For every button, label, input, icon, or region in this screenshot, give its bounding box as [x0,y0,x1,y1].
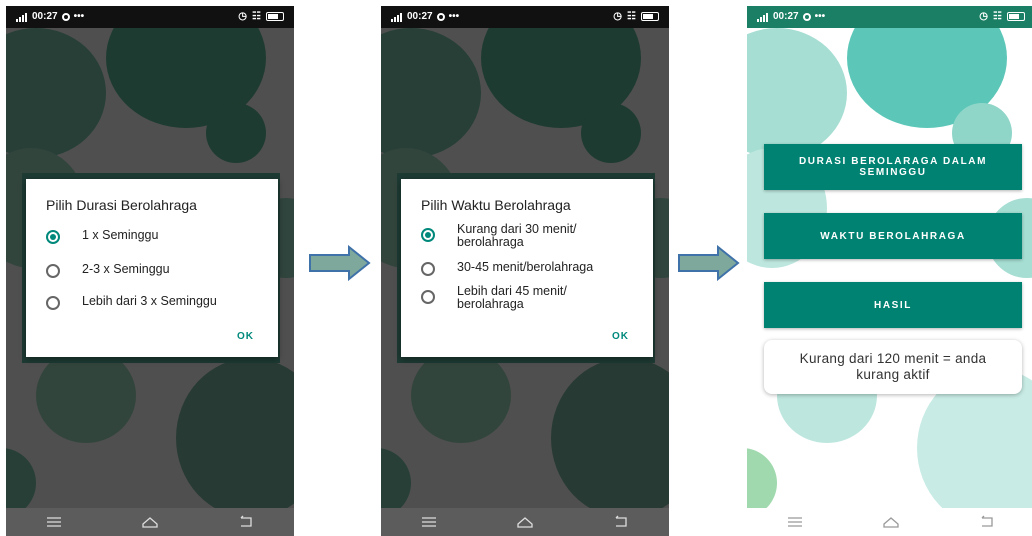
option-label: Lebih dari 3 x Seminggu [82,294,217,308]
status-bar: 00:27 ••• ◷ ☷ [6,6,294,28]
ok-button[interactable]: OK [612,331,629,342]
signal-icon [16,12,28,22]
app-background [747,28,1032,508]
radio-option-2[interactable]: 2-3 x Seminggu [46,263,170,278]
home-icon[interactable] [871,512,911,532]
back-icon[interactable] [601,512,641,532]
result-button-label: HASIL [874,299,912,311]
status-bar: 00:27 ••• ◷ ☷ [747,6,1032,28]
radio-empty-icon[interactable] [421,290,435,304]
duration-button[interactable]: DURASI BEROLARAGA DALAM SEMINGGU [764,144,1022,190]
exercise-time-button-label: WAKTU BEROLAHRAGA [820,230,966,242]
home-icon[interactable] [130,512,170,532]
wifi-icon: ☷ [993,11,1002,22]
status-time: 00:27 [773,11,799,22]
radio-option-1[interactable]: Kurang dari 30 menit/ berolahraga [421,223,587,249]
option-label: 2-3 x Seminggu [82,262,170,276]
status-more: ••• [448,11,460,22]
radio-selected-icon[interactable] [421,228,435,242]
radio-option-3[interactable]: Lebih dari 45 menit/ berolahraga [421,285,587,311]
arrow-right-icon [309,245,371,281]
phone-screen-1: 00:27 ••• ◷ ☷ Pilih Durasi Berolahraga 1… [6,6,294,536]
navigation-bar [381,508,669,536]
signal-icon [391,12,403,22]
radio-option-3[interactable]: Lebih dari 3 x Seminggu [46,295,217,310]
back-icon[interactable] [226,512,266,532]
result-text: Kurang dari 120 menit = anda kurang akti… [799,351,987,382]
menu-icon[interactable] [409,512,449,532]
battery-icon [266,12,284,21]
back-icon[interactable] [967,512,1007,532]
sync-icon [802,12,811,21]
option-label: 1 x Seminggu [82,228,159,242]
alarm-icon: ◷ [613,11,623,22]
battery-icon [1007,12,1025,21]
exercise-time-button[interactable]: WAKTU BEROLAHRAGA [764,213,1022,259]
signal-icon [757,12,769,22]
option-label: Kurang dari 30 menit/ berolahraga [457,222,577,249]
wifi-icon: ☷ [627,11,636,22]
result-card: Kurang dari 120 menit = anda kurang akti… [764,340,1022,394]
time-dialog: Pilih Waktu Berolahraga Kurang dari 30 m… [401,179,653,357]
dialog-title: Pilih Waktu Berolahraga [421,197,571,213]
navigation-bar [747,508,1032,536]
radio-empty-icon[interactable] [46,264,60,278]
radio-selected-icon[interactable] [46,230,60,244]
menu-icon[interactable] [34,512,74,532]
sync-icon [61,12,70,21]
duration-dialog: Pilih Durasi Berolahraga 1 x Seminggu 2-… [26,179,278,357]
arrow-right-icon [678,245,740,281]
phone-screen-2: 00:27 ••• ◷ ☷ Pilih Waktu Berolahraga Ku… [381,6,669,536]
option-label: 30-45 menit/berolahraga [457,260,594,274]
status-time: 00:27 [407,11,433,22]
status-more: ••• [814,11,826,22]
battery-icon [641,12,659,21]
status-more: ••• [73,11,85,22]
radio-option-1[interactable]: 1 x Seminggu [46,229,158,244]
ok-button[interactable]: OK [237,331,254,342]
sync-icon [436,12,445,21]
radio-option-2[interactable]: 30-45 menit/berolahraga [421,261,593,276]
duration-button-label: DURASI BEROLARAGA DALAM SEMINGGU [798,156,988,178]
status-time: 00:27 [32,11,58,22]
phone-screen-3: 00:27 ••• ◷ ☷ DURASI BEROLARAGA DALAM SE… [747,6,1032,536]
navigation-bar [6,508,294,536]
radio-empty-icon[interactable] [46,296,60,310]
wifi-icon: ☷ [252,11,261,22]
dialog-title: Pilih Durasi Berolahraga [46,197,197,213]
menu-icon[interactable] [775,512,815,532]
radio-empty-icon[interactable] [421,262,435,276]
option-label: Lebih dari 45 menit/ berolahraga [457,284,567,311]
home-icon[interactable] [505,512,545,532]
result-button[interactable]: HASIL [764,282,1022,328]
alarm-icon: ◷ [979,11,989,22]
status-bar: 00:27 ••• ◷ ☷ [381,6,669,28]
alarm-icon: ◷ [238,11,248,22]
